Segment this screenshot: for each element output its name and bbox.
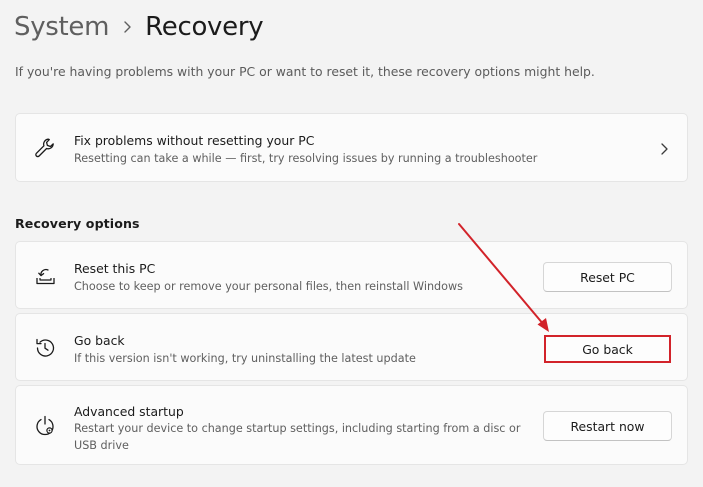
settings-page: System Recovery If you're having problem… [0, 0, 703, 487]
restart-now-button[interactable]: Restart now [543, 411, 672, 441]
wrench-icon [33, 136, 57, 160]
reset-pc-card: Reset this PC Choose to keep or remove y… [15, 241, 688, 309]
fix-problems-card[interactable]: Fix problems without resetting your PC R… [15, 113, 688, 182]
reset-pc-button[interactable]: Reset PC [543, 262, 672, 292]
chevron-right-icon [109, 20, 145, 34]
recovery-options-heading: Recovery options [15, 216, 140, 231]
fix-problems-description: Resetting can take a while — first, try … [74, 152, 538, 165]
go-back-title: Go back [74, 333, 125, 348]
history-icon [33, 336, 57, 360]
reset-pc-icon [33, 264, 57, 288]
reset-pc-title: Reset this PC [74, 261, 156, 276]
go-back-button[interactable]: Go back [544, 335, 671, 363]
reset-pc-description: Choose to keep or remove your personal f… [74, 280, 463, 293]
go-back-card: Go back If this version isn't working, t… [15, 313, 688, 381]
advanced-startup-icon [33, 414, 57, 438]
page-title: Recovery [145, 12, 264, 42]
advanced-startup-description: Restart your device to change startup se… [74, 422, 521, 452]
breadcrumb-system-link[interactable]: System [14, 12, 109, 42]
advanced-startup-card: Advanced startup Restart your device to … [15, 385, 688, 465]
chevron-right-icon [659, 141, 669, 155]
page-description: If you're having problems with your PC o… [15, 64, 595, 79]
fix-problems-title: Fix problems without resetting your PC [74, 133, 315, 148]
advanced-startup-title: Advanced startup [74, 404, 184, 419]
breadcrumb: System Recovery [14, 8, 264, 46]
go-back-description: If this version isn't working, try unins… [74, 352, 416, 365]
